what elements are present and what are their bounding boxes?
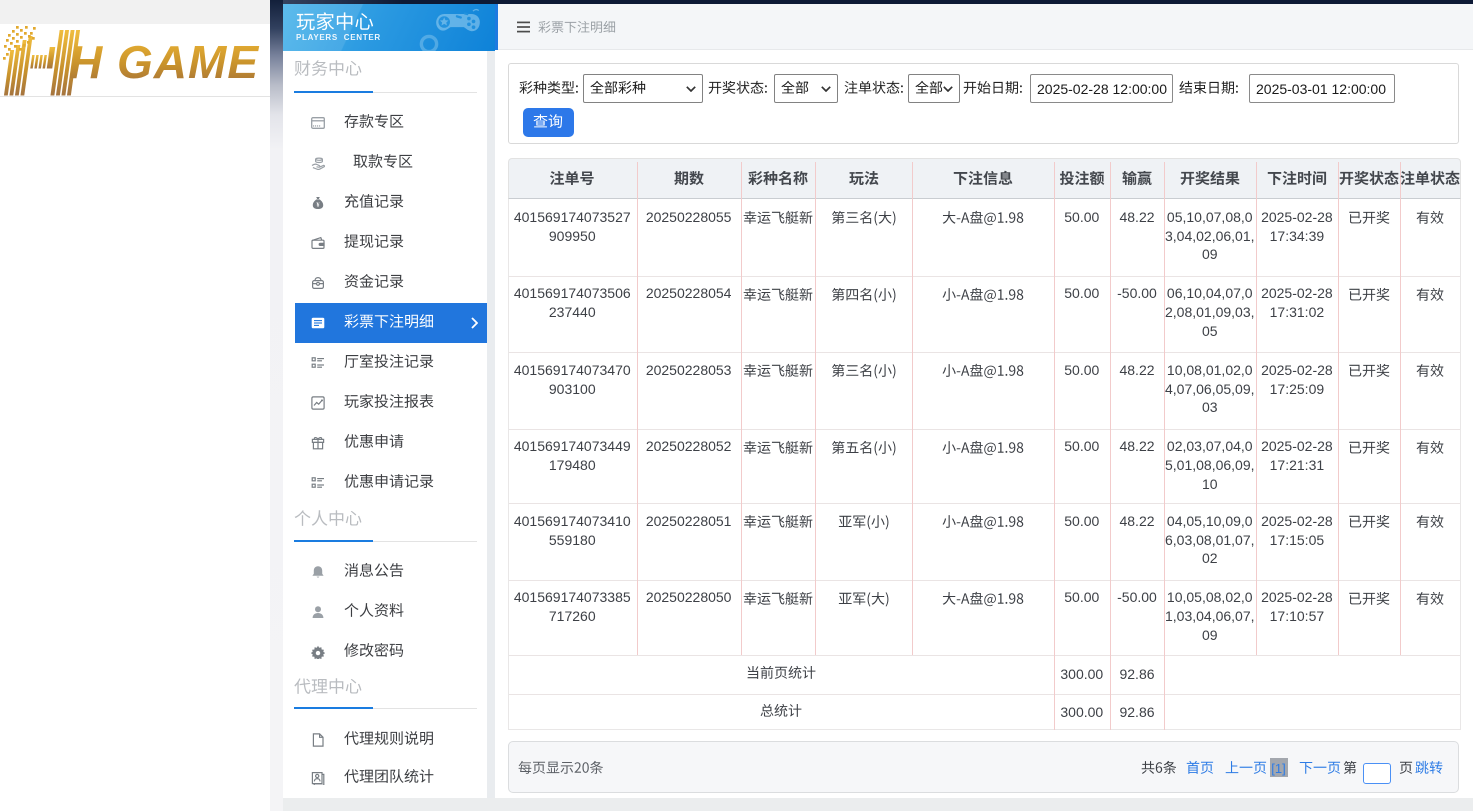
svg-text:H GAME: H GAME [69,36,259,88]
